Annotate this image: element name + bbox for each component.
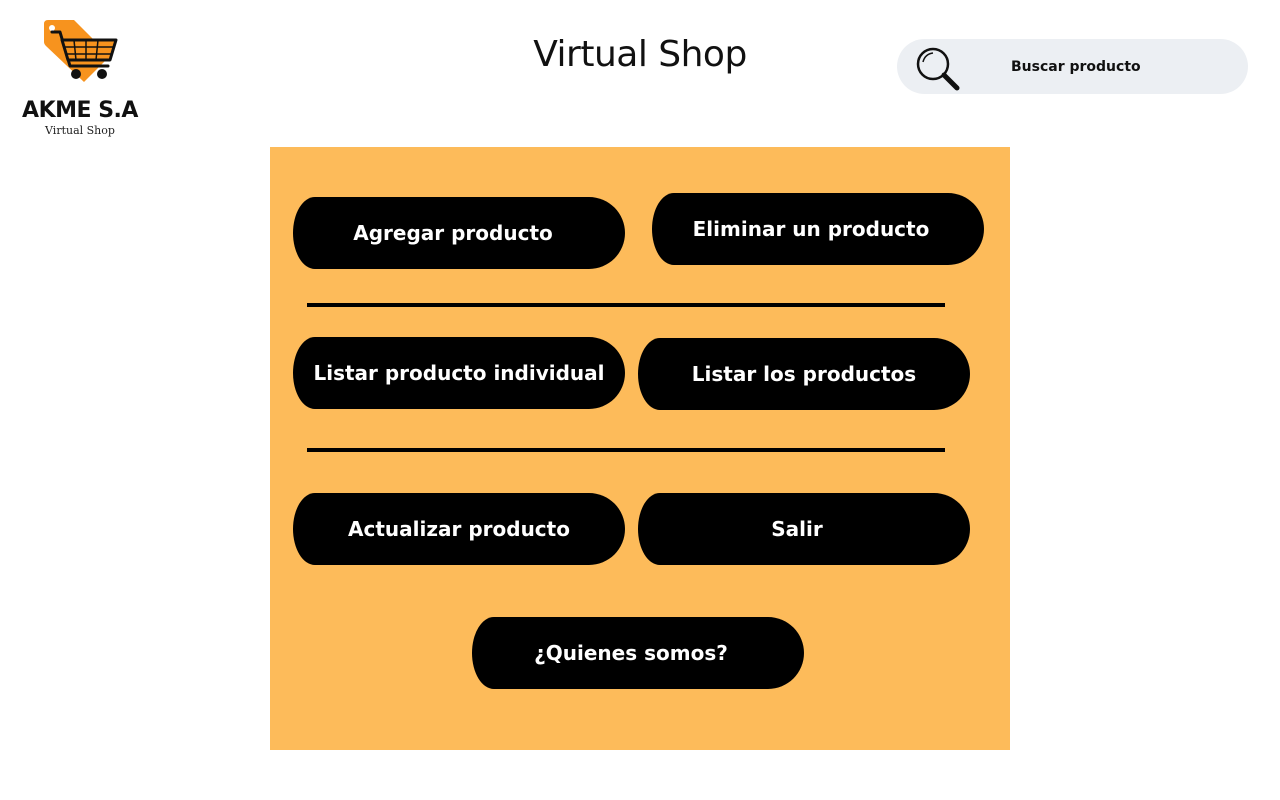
- search-icon[interactable]: [913, 44, 961, 96]
- search-bar[interactable]: [897, 39, 1248, 94]
- list-all-products-label: Listar los productos: [691, 362, 917, 386]
- logo-tagline: Virtual Shop: [45, 124, 115, 137]
- update-product-button[interactable]: Actualizar producto: [293, 493, 625, 565]
- add-product-button[interactable]: Agregar producto: [293, 197, 625, 269]
- list-all-products-button[interactable]: Listar los productos: [638, 338, 970, 410]
- list-single-product-button[interactable]: Listar producto individual: [293, 337, 625, 409]
- logo-name: AKME S.A: [22, 98, 138, 123]
- exit-label: Salir: [771, 517, 823, 541]
- delete-product-label: Eliminar un producto: [692, 217, 930, 241]
- menu-panel: Agregar producto Eliminar un producto Li…: [270, 147, 1010, 750]
- page-title: Virtual Shop: [533, 34, 747, 75]
- page: AKME S.A Virtual Shop Virtual Shop Agreg…: [0, 0, 1280, 800]
- exit-button[interactable]: Salir: [638, 493, 970, 565]
- divider: [307, 448, 945, 452]
- divider: [307, 303, 945, 307]
- delete-product-button[interactable]: Eliminar un producto: [652, 193, 984, 265]
- about-us-label: ¿Quienes somos?: [534, 641, 728, 665]
- update-product-label: Actualizar producto: [348, 517, 570, 541]
- list-single-product-label: Listar producto individual: [313, 361, 605, 385]
- shopping-cart-tag-icon: [44, 20, 118, 82]
- about-us-button[interactable]: ¿Quienes somos?: [472, 617, 804, 689]
- search-input[interactable]: [993, 54, 1241, 80]
- logo[interactable]: AKME S.A Virtual Shop: [18, 16, 142, 140]
- add-product-label: Agregar producto: [353, 221, 553, 245]
